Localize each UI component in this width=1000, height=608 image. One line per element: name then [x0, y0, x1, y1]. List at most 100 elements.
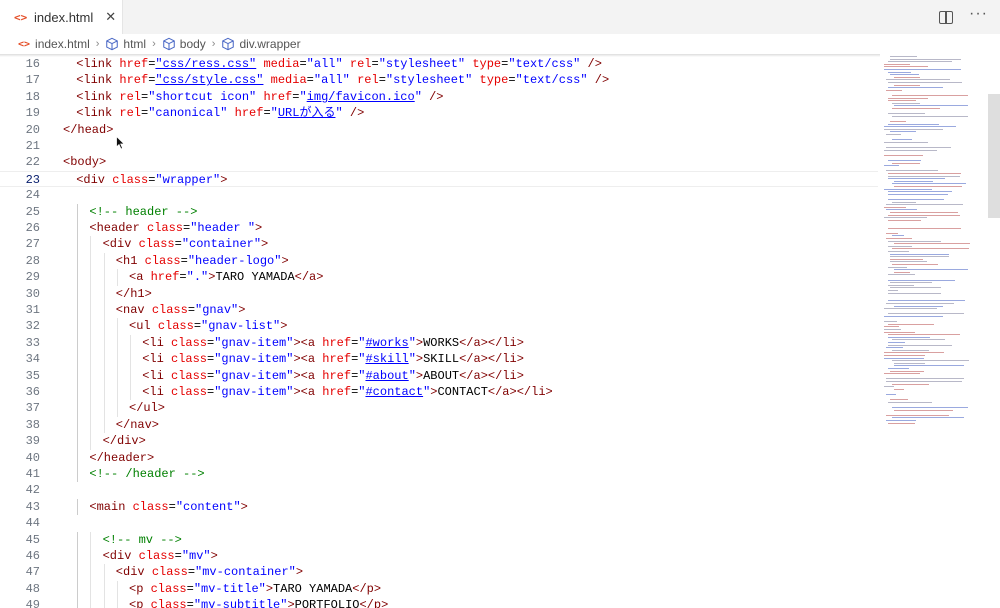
breadcrumb-item-body[interactable]: body — [162, 37, 206, 51]
code-line[interactable]: 27 <div class="container"> — [0, 236, 878, 252]
breadcrumb-item-div-wrapper[interactable]: div.wrapper — [221, 37, 301, 51]
minimap-line — [894, 105, 968, 107]
line-number[interactable]: 49 — [0, 597, 40, 608]
line-number[interactable]: 38 — [0, 417, 40, 433]
line-number[interactable]: 21 — [0, 138, 40, 154]
line-number[interactable]: 36 — [0, 384, 40, 400]
code-line[interactable]: 48 <p class="mv-title">TARO YAMADA</p> — [0, 581, 878, 597]
vertical-scrollbar[interactable] — [988, 94, 1000, 218]
indent-guide — [77, 548, 79, 565]
split-editor-icon[interactable] — [939, 10, 954, 24]
code-line[interactable]: 23 <div class="wrapper"> — [0, 170, 878, 188]
code-text: </h1> — [116, 286, 152, 302]
code-line[interactable]: 33 <li class="gnav-item"><a href="#works"… — [0, 335, 878, 351]
code-line[interactable]: 43 <main class="content"> — [0, 499, 878, 515]
code-token: <div — [115, 565, 152, 580]
line-number[interactable]: 45 — [0, 532, 40, 548]
minimap-line — [886, 209, 917, 211]
more-actions-icon[interactable]: ··· — [969, 6, 988, 22]
line-number[interactable]: 39 — [0, 433, 40, 449]
line-number[interactable]: 43 — [0, 499, 40, 515]
code-token: > — [261, 237, 269, 252]
line-number[interactable]: 20 — [0, 122, 40, 138]
line-number[interactable]: 16 — [0, 56, 40, 72]
code-line[interactable]: 32 <ul class="gnav-list"> — [0, 318, 878, 334]
line-number[interactable]: 24 — [0, 187, 40, 203]
code-line[interactable]: 31 <nav class="gnav"> — [0, 302, 878, 318]
line-number[interactable]: 34 — [0, 351, 40, 367]
line-number[interactable]: 46 — [0, 548, 40, 564]
line-number[interactable]: 37 — [0, 400, 40, 416]
code-line[interactable]: 16 <link href="css/ress.css" media="all" … — [0, 56, 878, 72]
code-line[interactable]: 34 <li class="gnav-item"><a href="#skill"… — [0, 351, 878, 367]
code-line[interactable]: 37 </ul> — [0, 400, 878, 416]
code-text: <!-- header --> — [89, 204, 197, 220]
code-line[interactable]: 41 <!-- /header --> — [0, 466, 878, 482]
line-number[interactable]: 26 — [0, 220, 40, 236]
code-line[interactable]: 26 <header class="header "> — [0, 220, 878, 236]
line-number[interactable]: 32 — [0, 318, 40, 334]
line-number[interactable]: 31 — [0, 302, 40, 318]
close-icon[interactable]: ✕ — [105, 9, 116, 25]
minimap-line — [890, 261, 927, 263]
code-line[interactable]: 20 </head> — [0, 122, 878, 138]
minimap[interactable] — [880, 54, 986, 608]
line-number[interactable]: 44 — [0, 515, 40, 531]
line-number[interactable]: 35 — [0, 368, 40, 384]
code-editor[interactable]: 16 <link href="css/ress.css" media="all" … — [0, 54, 1000, 608]
code-text: <div class="mv"> — [103, 548, 218, 564]
code-line[interactable]: 22 <body> — [0, 154, 878, 170]
code-line[interactable]: 45 <!-- mv --> — [0, 532, 878, 548]
code-line[interactable]: 49 <p class="mv-subtitle">PORTFOLIO</p> — [0, 597, 878, 608]
code-line[interactable]: 17 <link href="css/style.css" media="all"… — [0, 72, 878, 88]
code-line[interactable]: 35 <li class="gnav-item"><a href="#about"… — [0, 368, 878, 384]
code-line[interactable]: 46 <div class="mv"> — [0, 548, 878, 564]
line-number[interactable]: 29 — [0, 269, 40, 285]
code-line[interactable]: 38 </nav> — [0, 417, 878, 433]
breadcrumb-item-html[interactable]: html — [105, 37, 146, 51]
line-number[interactable]: 47 — [0, 564, 40, 580]
code-line[interactable]: 39 </div> — [0, 433, 878, 449]
code-token: > — [415, 335, 424, 350]
code-line[interactable]: 25 <!-- header --> — [0, 204, 878, 220]
code-token: /> — [342, 106, 365, 121]
code-token: > — [287, 598, 295, 608]
line-number[interactable]: 22 — [0, 154, 40, 170]
code-line[interactable]: 19 <link rel="canonical" href="URLが入る" /> — [0, 105, 878, 121]
line-number[interactable]: 17 — [0, 72, 40, 88]
code-line[interactable]: 40 </header> — [0, 450, 878, 466]
code-line[interactable]: 29 <a href=".">TARO YAMADA</a> — [0, 269, 878, 285]
code-token: href — [322, 335, 352, 350]
line-number[interactable]: 27 — [0, 236, 40, 252]
line-number[interactable]: 30 — [0, 286, 40, 302]
line-number[interactable]: 28 — [0, 253, 40, 269]
minimap-line — [888, 245, 912, 247]
code-line[interactable]: 36 <li class="gnav-item"><a href="#contac… — [0, 384, 878, 400]
code-token: = — [186, 581, 194, 596]
line-number[interactable]: 41 — [0, 466, 40, 482]
code-line[interactable]: 44 — [0, 515, 878, 531]
code-token: <div — [102, 549, 139, 563]
minimap-line — [888, 227, 961, 229]
line-number[interactable]: 23 — [0, 172, 40, 188]
line-number[interactable]: 33 — [0, 335, 40, 351]
code-token: </p> — [359, 598, 389, 608]
code-line[interactable]: 24 — [0, 187, 878, 203]
code-line[interactable]: 18 <link rel="shortcut icon" href="img/fa… — [0, 89, 878, 105]
code-line[interactable]: 21 — [0, 138, 878, 154]
line-number[interactable]: 19 — [0, 105, 40, 121]
line-number[interactable]: 18 — [0, 89, 40, 105]
line-number[interactable]: 40 — [0, 450, 40, 466]
line-number[interactable]: 42 — [0, 482, 40, 498]
breadcrumb-item-file[interactable]: <> index.html — [0, 37, 90, 51]
line-number[interactable]: 48 — [0, 581, 40, 597]
code-line[interactable]: 47 <div class="mv-container"> — [0, 564, 878, 580]
tab-index-html[interactable]: <> index.html ✕ — [0, 0, 123, 34]
code-token: class — [132, 499, 169, 514]
html-file-icon: <> — [14, 10, 28, 24]
line-number[interactable]: 25 — [0, 204, 40, 220]
code-line[interactable]: 42 — [0, 482, 878, 498]
code-line[interactable]: 30 </h1> — [0, 286, 878, 302]
code-token: </p> — [352, 581, 382, 596]
code-line[interactable]: 28 <h1 class="header-logo"> — [0, 253, 878, 269]
